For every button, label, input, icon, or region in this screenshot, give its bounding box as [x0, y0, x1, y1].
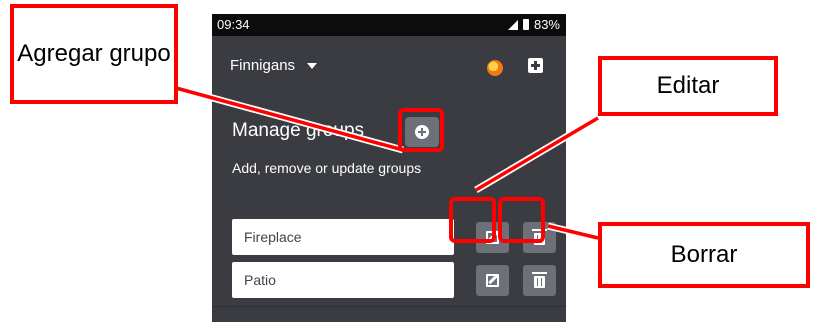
callout-edit: Editar — [598, 56, 778, 116]
leader-line-edit — [475, 116, 599, 192]
leader-line-add-group — [175, 86, 404, 152]
highlight-add-group — [398, 108, 444, 152]
callout-add-group: Agregar grupo — [10, 4, 178, 104]
callout-delete: Borrar — [598, 222, 810, 288]
leader-line-delete — [547, 224, 599, 240]
highlight-delete — [498, 197, 545, 243]
highlight-edit — [449, 197, 496, 243]
